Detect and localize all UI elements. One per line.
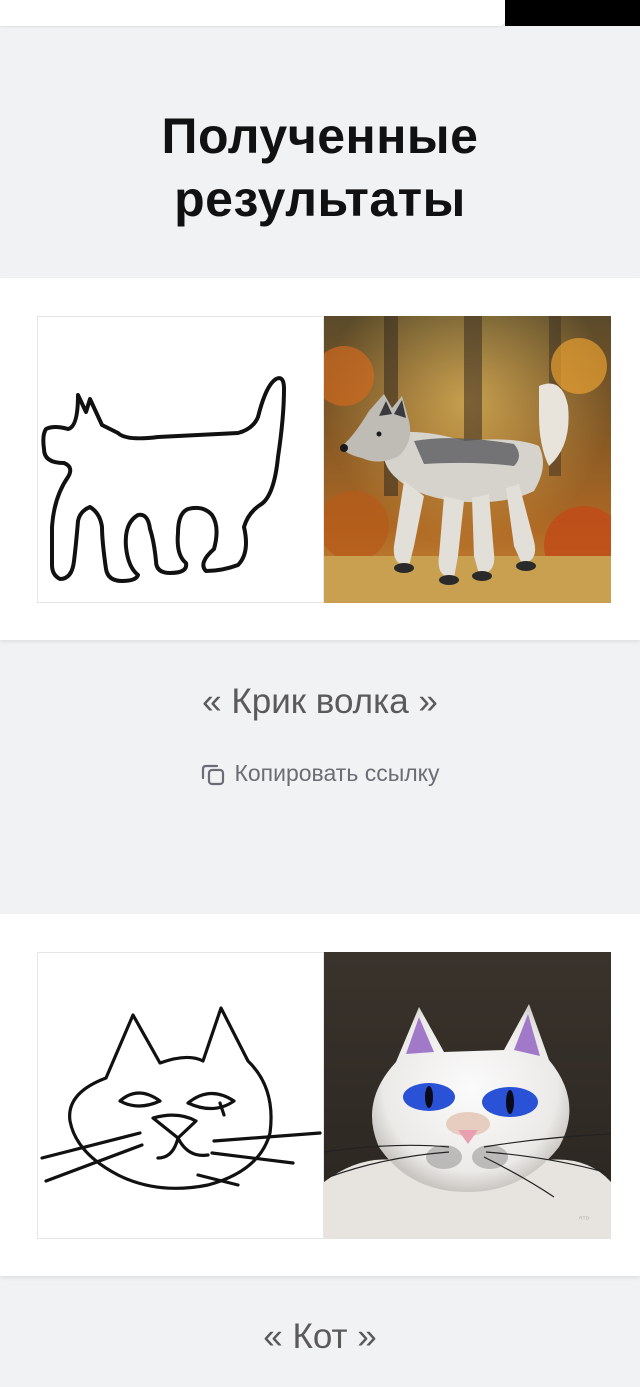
top-bar-button[interactable] xyxy=(505,0,640,26)
result-card-wolf xyxy=(0,278,640,640)
result-caption-wolf: « Крик волка » xyxy=(202,682,438,721)
wolf-sketch-image xyxy=(37,316,324,603)
search-bar[interactable] xyxy=(0,0,505,26)
page-title-line-2: результаты xyxy=(174,171,466,227)
page-title: Полученные результаты xyxy=(0,105,640,231)
wolf-generated-image xyxy=(324,316,611,603)
copy-icon xyxy=(202,764,225,785)
cat-generated-image: ᴿᵀᴰ xyxy=(324,952,611,1239)
page-title-line-1: Полученные xyxy=(161,108,479,164)
result-card-cat: ᴿᵀᴰ xyxy=(0,914,640,1276)
svg-text:ᴿᵀᴰ: ᴿᵀᴰ xyxy=(579,1215,590,1224)
top-bar xyxy=(0,0,640,26)
result-caption-cat: « Кот » xyxy=(263,1317,377,1356)
cat-sketch-image xyxy=(37,952,324,1239)
copy-link-label: Копировать ссылку xyxy=(234,760,440,786)
copy-link-button[interactable]: Копировать ссылку xyxy=(0,760,640,787)
